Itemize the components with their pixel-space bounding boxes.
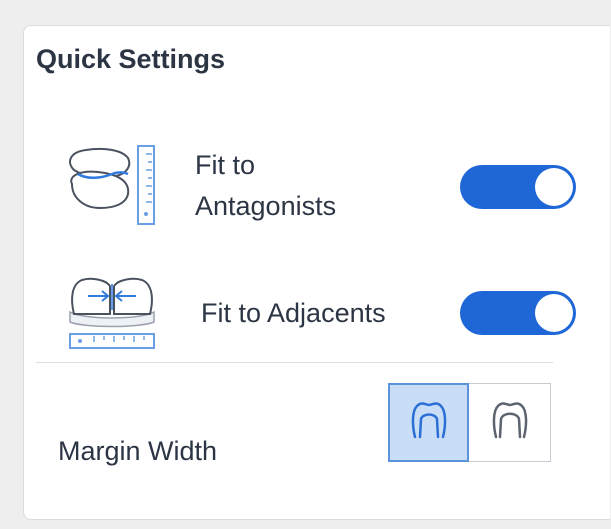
- fit-antagonists-label: Fit to Antagonists: [195, 145, 336, 227]
- fit-antagonists-toggle[interactable]: [460, 165, 576, 209]
- margin-width-narrow-button[interactable]: [469, 383, 551, 462]
- adjacent-fit-icon: [64, 268, 160, 356]
- divider: [36, 362, 553, 363]
- margin-width-wide-button[interactable]: [388, 383, 469, 462]
- fit-adjacents-label: Fit to Adjacents: [201, 298, 386, 328]
- tooth-wide-margin-icon: [409, 399, 449, 446]
- antagonist-fit-icon: [60, 140, 162, 232]
- panel-title: Quick Settings: [36, 44, 226, 74]
- toggle-knob: [535, 168, 573, 206]
- toggle-knob: [535, 294, 573, 332]
- tooth-narrow-margin-icon: [490, 399, 530, 446]
- fit-adjacents-toggle[interactable]: [460, 291, 576, 335]
- fit-antagonists-label-line1: Fit to: [195, 150, 256, 180]
- fit-antagonists-label-line2: Antagonists: [195, 191, 337, 221]
- margin-width-label: Margin Width: [58, 436, 218, 466]
